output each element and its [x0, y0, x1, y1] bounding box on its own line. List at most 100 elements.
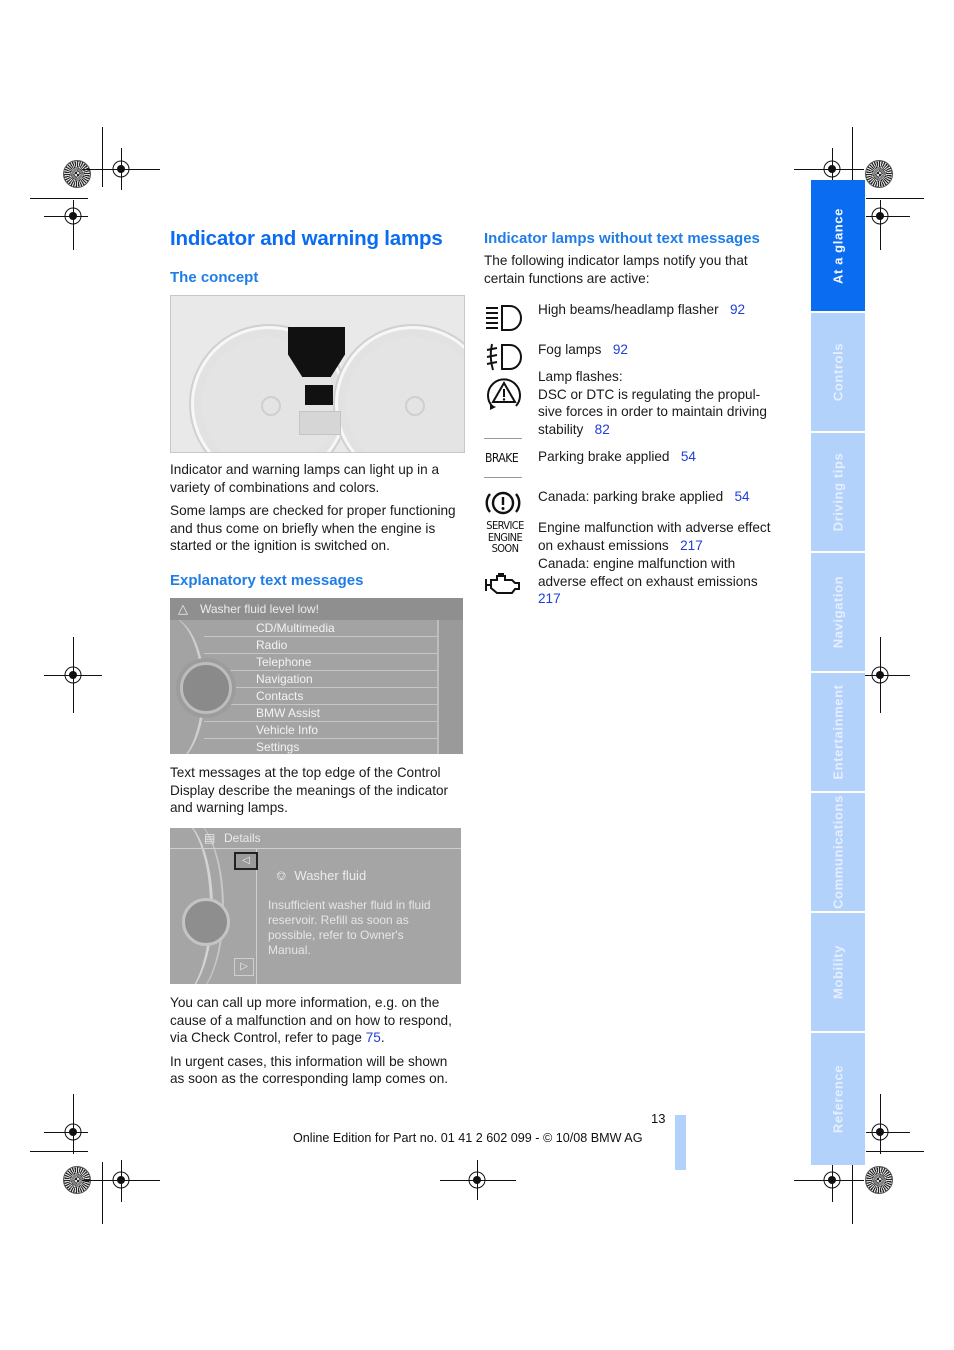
tab-label: Mobility — [830, 945, 846, 999]
menu-item: CD/Multimedia — [204, 620, 437, 637]
forward-arrow-icon: ▷ — [234, 958, 254, 976]
footer-text: Online Edition for Part no. 01 41 2 602 … — [293, 1131, 643, 1145]
concept-paragraph: Some lamps are checked for proper functi… — [170, 503, 456, 554]
page-link[interactable]: 54 — [735, 489, 750, 504]
instrument-cluster-image — [170, 295, 465, 453]
color-registration-mark — [865, 1166, 893, 1194]
registration-target — [871, 207, 889, 225]
lamp-description: Canada: engine malfunction with adverse … — [538, 556, 758, 589]
menu-item: BMW Assist — [204, 705, 437, 722]
menu-item: Radio — [204, 637, 437, 654]
brake-text-icon: BRAKE — [484, 438, 522, 478]
menu-item: Navigation — [204, 671, 437, 688]
page-link[interactable]: 217 — [538, 591, 561, 606]
lamp-description: Lamp flashes: — [538, 369, 623, 384]
menu-item: Telephone — [204, 654, 437, 671]
registration-target — [64, 666, 82, 684]
concept-paragraph: Indicator and warning lamps can light up… — [170, 462, 440, 495]
registration-target — [823, 160, 841, 178]
controller-knob-graphic — [180, 662, 232, 714]
registration-target — [64, 1123, 82, 1141]
menu-item: Contacts — [204, 688, 437, 705]
brake-icon-label: BRAKE — [485, 451, 519, 465]
page-link[interactable]: 92 — [613, 342, 628, 357]
warning-message: Washer fluid level low! — [200, 602, 319, 616]
tab-label: Driving tips — [830, 452, 846, 532]
lamps-intro: The following indicator lamps notify you… — [484, 253, 748, 286]
page-title: Indicator and warning lamps — [170, 227, 443, 250]
registration-target — [871, 1123, 889, 1141]
tab-communications[interactable]: Communications — [811, 793, 865, 911]
lamp-item: Canada: engine malfunction with adverse … — [484, 555, 784, 611]
concept-heading: The concept — [170, 269, 259, 286]
lamp-description: Canada: parking brake applied — [538, 489, 724, 504]
tab-label: Controls — [830, 342, 846, 402]
tab-label: Reference — [830, 1064, 846, 1134]
lamp-item: Lamp flashes: DSC or DTC is regulating t… — [484, 368, 784, 440]
lamp-item: BRAKE Parking brake applied 54 — [484, 438, 784, 478]
service-engine-soon-icon: SERVICE ENGINE SOON — [486, 519, 524, 556]
dsc-warning-icon — [487, 378, 521, 410]
washer-fluid-icon: ⎊ — [276, 868, 287, 883]
warning-triangle-icon: △ — [178, 601, 188, 616]
details-header: ▤ Details — [170, 828, 461, 849]
registration-target — [112, 1171, 130, 1189]
registration-target — [112, 160, 130, 178]
tab-driving-tips[interactable]: Driving tips — [811, 433, 865, 551]
tab-reference[interactable]: Reference — [811, 1033, 865, 1165]
section-tabs: At a glance Controls Driving tips Naviga… — [811, 180, 865, 1167]
page-link[interactable]: 54 — [681, 449, 696, 464]
page-link[interactable]: 217 — [680, 538, 703, 553]
page-number: 13 — [651, 1111, 666, 1126]
tab-mobility[interactable]: Mobility — [811, 913, 865, 1031]
details-title: ⎊ Washer fluid — [276, 868, 366, 884]
tab-label: Navigation — [830, 575, 846, 649]
lamp-description: DSC or DTC is regulating the propul-sive… — [538, 386, 767, 437]
high-beam-icon — [486, 305, 522, 331]
menu-list: CD/Multimedia Radio Telephone Navigation… — [204, 620, 437, 754]
back-arrow-icon: ◁ — [234, 852, 258, 870]
tab-at-a-glance[interactable]: At a glance — [811, 180, 865, 311]
tab-navigation[interactable]: Navigation — [811, 553, 865, 671]
washer-fluid-indicator — [305, 385, 333, 405]
lamp-item: High beams/headlamp flasher 92 — [484, 298, 784, 332]
tab-label: Communications — [830, 795, 846, 909]
page-link[interactable]: 75 — [366, 1030, 381, 1045]
lamp-item: SERVICE ENGINE SOON Engine malfunction wit… — [484, 519, 784, 559]
page-marker-bar — [675, 1115, 686, 1170]
details-title-text: Washer fluid — [294, 868, 367, 883]
details-body: Insufficient washer fluid in fluid reser… — [268, 898, 431, 957]
tab-entertainment[interactable]: Entertainment — [811, 673, 865, 791]
lamp-description: Engine malfunction with adverse effect o… — [538, 520, 771, 553]
more-info-paragraph: You can call up more information, e.g. o… — [170, 994, 465, 1047]
control-display-menu-image: △ Washer fluid level low! CD/Multimedia … — [170, 598, 463, 754]
color-registration-mark — [63, 160, 91, 188]
check-control-message-bar: △ Washer fluid level low! — [170, 598, 463, 620]
lamp-description: Fog lamps — [538, 342, 602, 357]
parking-brake-canada-icon — [485, 491, 521, 515]
page-link[interactable]: 92 — [730, 302, 745, 317]
lamp-item: Fog lamps 92 — [484, 337, 784, 371]
registration-target — [468, 1171, 486, 1189]
lamp-item: Canada: parking brake applied 54 — [484, 484, 784, 518]
details-screen-image: ▤ Details ◁ ▷ ⎊ Washer fluid Insufficient… — [170, 828, 461, 984]
page-link[interactable]: 82 — [595, 422, 610, 437]
tab-label: Entertainment — [830, 684, 846, 780]
registration-target — [823, 1171, 841, 1189]
controller-knob-graphic — [182, 898, 230, 946]
tab-label: At a glance — [830, 207, 846, 284]
tachometer-gauge — [335, 326, 464, 452]
explanatory-heading: Explanatory text messages — [170, 572, 364, 589]
details-header-label: Details — [224, 831, 261, 845]
registration-target — [64, 207, 82, 225]
menu-item: Settings — [256, 740, 300, 754]
lamp-description: High beams/headlamp flasher — [538, 302, 719, 317]
more-info-text: You can call up more information, e.g. o… — [170, 995, 452, 1046]
tab-controls[interactable]: Controls — [811, 313, 865, 431]
details-icon: ▤ — [204, 831, 216, 845]
check-engine-icon — [485, 573, 520, 594]
urgent-paragraph: In urgent cases, this information will b… — [170, 1053, 449, 1087]
color-registration-mark — [865, 160, 893, 188]
menu-item: Vehicle Info — [204, 722, 437, 739]
registration-target — [871, 666, 889, 684]
